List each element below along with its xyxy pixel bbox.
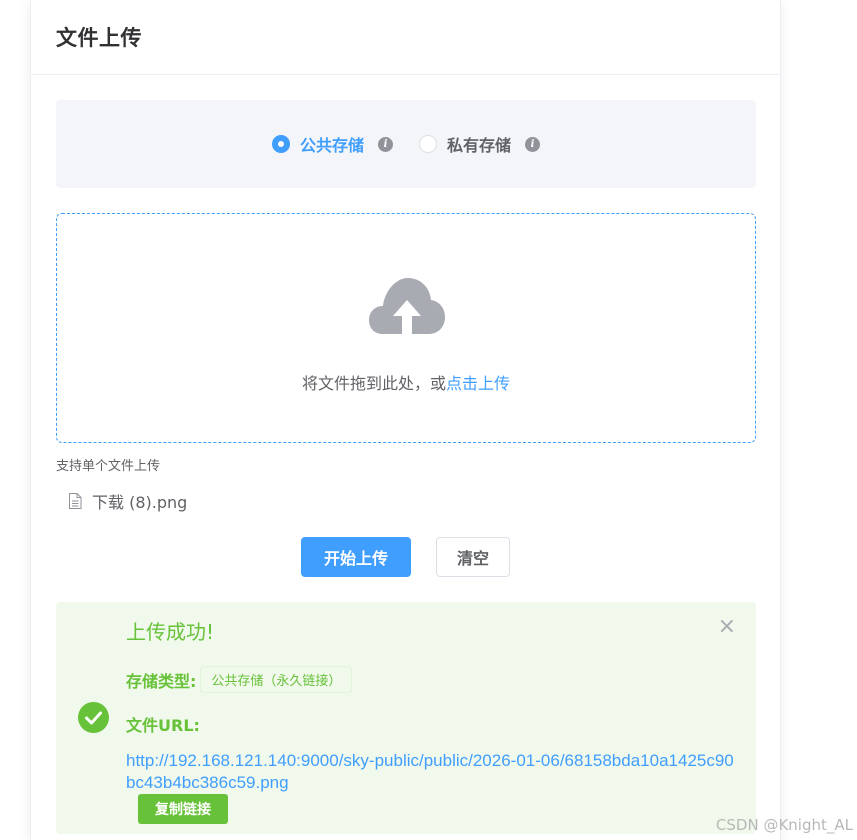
storage-type-selector: 公共存储 i 私有存储 i [56,100,756,188]
file-name: 下载 (8).png [92,493,188,512]
storage-type-row: 存储类型: 公共存储（永久链接） [126,666,353,693]
upload-dropzone[interactable]: 将文件拖到此处，或点击上传 [56,213,756,443]
radio-public-storage[interactable]: 公共存储 i [271,132,393,156]
radio-public-label[interactable]: 公共存储 [300,132,364,156]
close-icon[interactable]: × [718,616,736,638]
file-url-row: 文件URL: [126,712,200,736]
radio-private-label[interactable]: 私有存储 [447,132,511,156]
info-icon[interactable]: i [378,136,393,152]
page-title: 文件上传 [56,26,142,50]
upload-card: 文件上传 公共存储 i 私有存储 i 将文件拖到此处，或点击上传 支持单个文件上… [30,0,781,840]
file-list-item[interactable]: 下载 (8).png [68,489,187,513]
upload-success-alert: 上传成功! × 存储类型: 公共存储（永久链接） 文件URL: http://1… [56,602,756,834]
storage-type-tag: 公共存储（永久链接） [200,666,353,693]
dropzone-text: 将文件拖到此处，或点击上传 [57,370,755,394]
cloud-upload-icon [369,278,445,334]
file-url-label: 文件URL: [126,716,200,735]
radio-unchecked-icon[interactable] [419,135,437,153]
card-header: 文件上传 [31,0,780,75]
click-upload-link[interactable]: 点击上传 [446,374,510,393]
watermark: CSDN @Knight_AL [715,816,853,834]
dropzone-hint: 将文件拖到此处，或 [301,374,446,393]
alert-title: 上传成功! [126,620,215,644]
start-upload-button[interactable]: 开始上传 [301,537,411,577]
copy-link-button[interactable]: 复制链接 [138,794,228,824]
upload-tip: 支持单个文件上传 [56,459,161,474]
success-check-icon [78,702,109,733]
info-icon[interactable]: i [525,136,541,152]
document-icon [69,493,82,509]
file-url-link[interactable]: http://192.168.121.140:9000/sky-public/p… [126,750,738,794]
clear-button[interactable]: 清空 [436,537,510,577]
radio-checked-icon[interactable] [271,135,290,153]
storage-type-label: 存储类型: [126,671,197,691]
radio-private-storage[interactable]: 私有存储 i [419,132,541,156]
